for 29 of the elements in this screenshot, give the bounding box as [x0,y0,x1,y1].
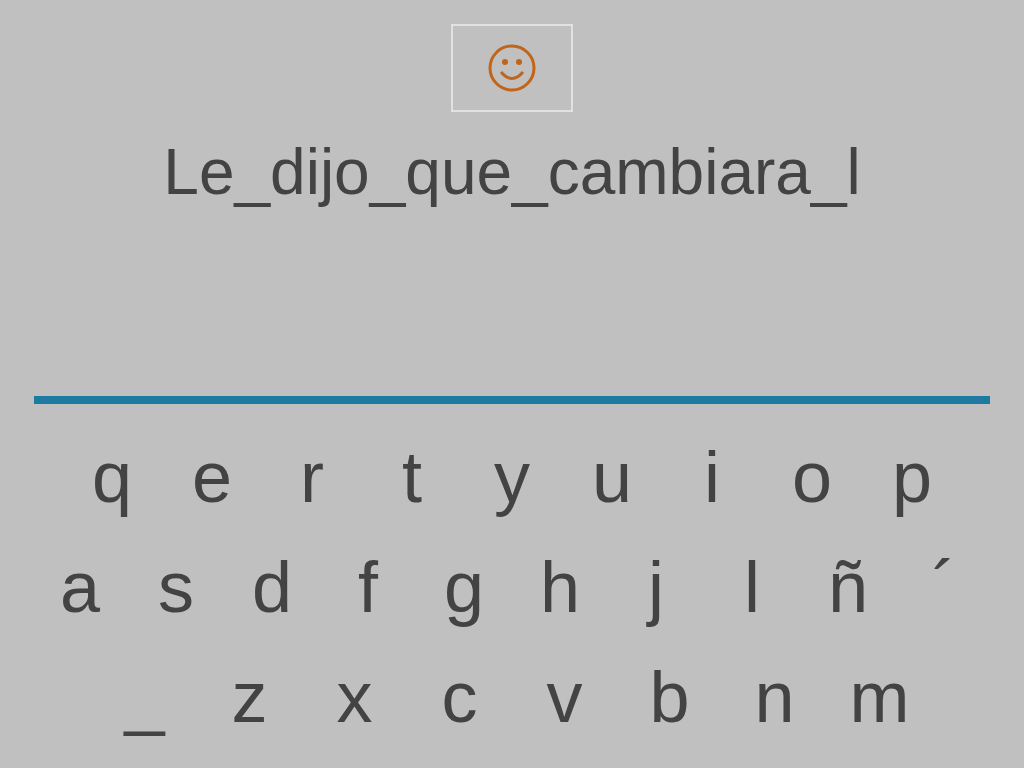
key-button[interactable]: b [617,652,722,742]
key-button[interactable]: ´ [896,542,992,632]
key-button[interactable]: l [704,542,800,632]
key-button[interactable]: o [762,432,862,522]
key-button[interactable]: d [224,542,320,632]
key-button[interactable]: i [662,432,762,522]
key-button[interactable]: a [32,542,128,632]
key-button[interactable]: j [608,542,704,632]
key-button[interactable]: m [827,652,932,742]
key-button[interactable]: p [862,432,962,522]
key-button[interactable]: y [462,432,562,522]
key-button[interactable]: g [416,542,512,632]
key-button[interactable]: h [512,542,608,632]
key-button[interactable]: r [262,432,362,522]
smiley-icon [487,43,537,93]
key-button[interactable]: s [128,542,224,632]
sentence-text: Le_dijo_que_cambiara_l [163,135,861,210]
key-button[interactable]: z [197,652,302,742]
key-button[interactable]: x [302,652,407,742]
key-button[interactable]: ñ [800,542,896,632]
key-button[interactable]: v [512,652,617,742]
key-button[interactable]: t [362,432,462,522]
key-button[interactable]: e [162,432,262,522]
key-button[interactable]: _ [92,652,197,742]
key-button[interactable]: u [562,432,662,522]
key-button[interactable]: f [320,542,416,632]
key-button[interactable]: n [722,652,827,742]
key-button[interactable]: q [62,432,162,522]
key-button[interactable]: c [407,652,512,742]
